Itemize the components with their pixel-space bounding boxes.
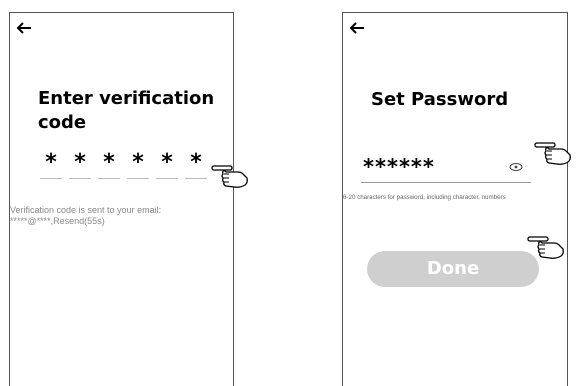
slot-underline: [185, 178, 207, 179]
code-digit: *: [45, 150, 57, 175]
verification-screen: Enter verification code * * * * * * Veri…: [9, 12, 234, 386]
code-slot[interactable]: *: [127, 151, 149, 179]
pointing-hand-icon: [527, 236, 564, 259]
back-arrow-icon[interactable]: [16, 21, 32, 35]
info-line: Verification code is sent to your email:: [10, 205, 162, 215]
set-password-screen: Set Password ****** 6-20 characters for …: [342, 12, 568, 386]
slot-underline: [156, 178, 178, 179]
page-title: Enter verification code: [38, 88, 215, 133]
code-slot[interactable]: *: [40, 151, 62, 179]
password-hint: 6-20 characters for password, including …: [343, 194, 506, 201]
password-input[interactable]: ******: [361, 153, 531, 183]
resend-link[interactable]: *****@****,Resend(55s): [10, 216, 235, 227]
slot-underline: [40, 178, 62, 179]
eye-icon[interactable]: [509, 162, 523, 172]
input-underline: [361, 182, 531, 183]
done-button[interactable]: Done: [367, 251, 539, 287]
back-arrow-icon[interactable]: [349, 21, 365, 35]
code-digit: *: [161, 150, 173, 175]
verification-code-input[interactable]: * * * * * *: [40, 151, 207, 179]
code-digit: *: [103, 150, 115, 175]
code-digit: *: [132, 150, 144, 175]
code-slot[interactable]: *: [69, 151, 91, 179]
password-value: ******: [363, 155, 435, 179]
slot-underline: [98, 178, 120, 179]
code-slot[interactable]: *: [98, 151, 120, 179]
code-digit: *: [190, 150, 202, 175]
code-digit: *: [74, 150, 86, 175]
page-title: Set Password: [371, 89, 509, 110]
verification-info: Verification code is sent to your email:…: [10, 205, 235, 227]
code-slot[interactable]: *: [185, 151, 207, 179]
pointing-hand-icon: [211, 165, 248, 188]
slot-underline: [69, 178, 91, 179]
code-slot[interactable]: *: [156, 151, 178, 179]
pointing-hand-icon: [534, 142, 571, 165]
slot-underline: [127, 178, 149, 179]
